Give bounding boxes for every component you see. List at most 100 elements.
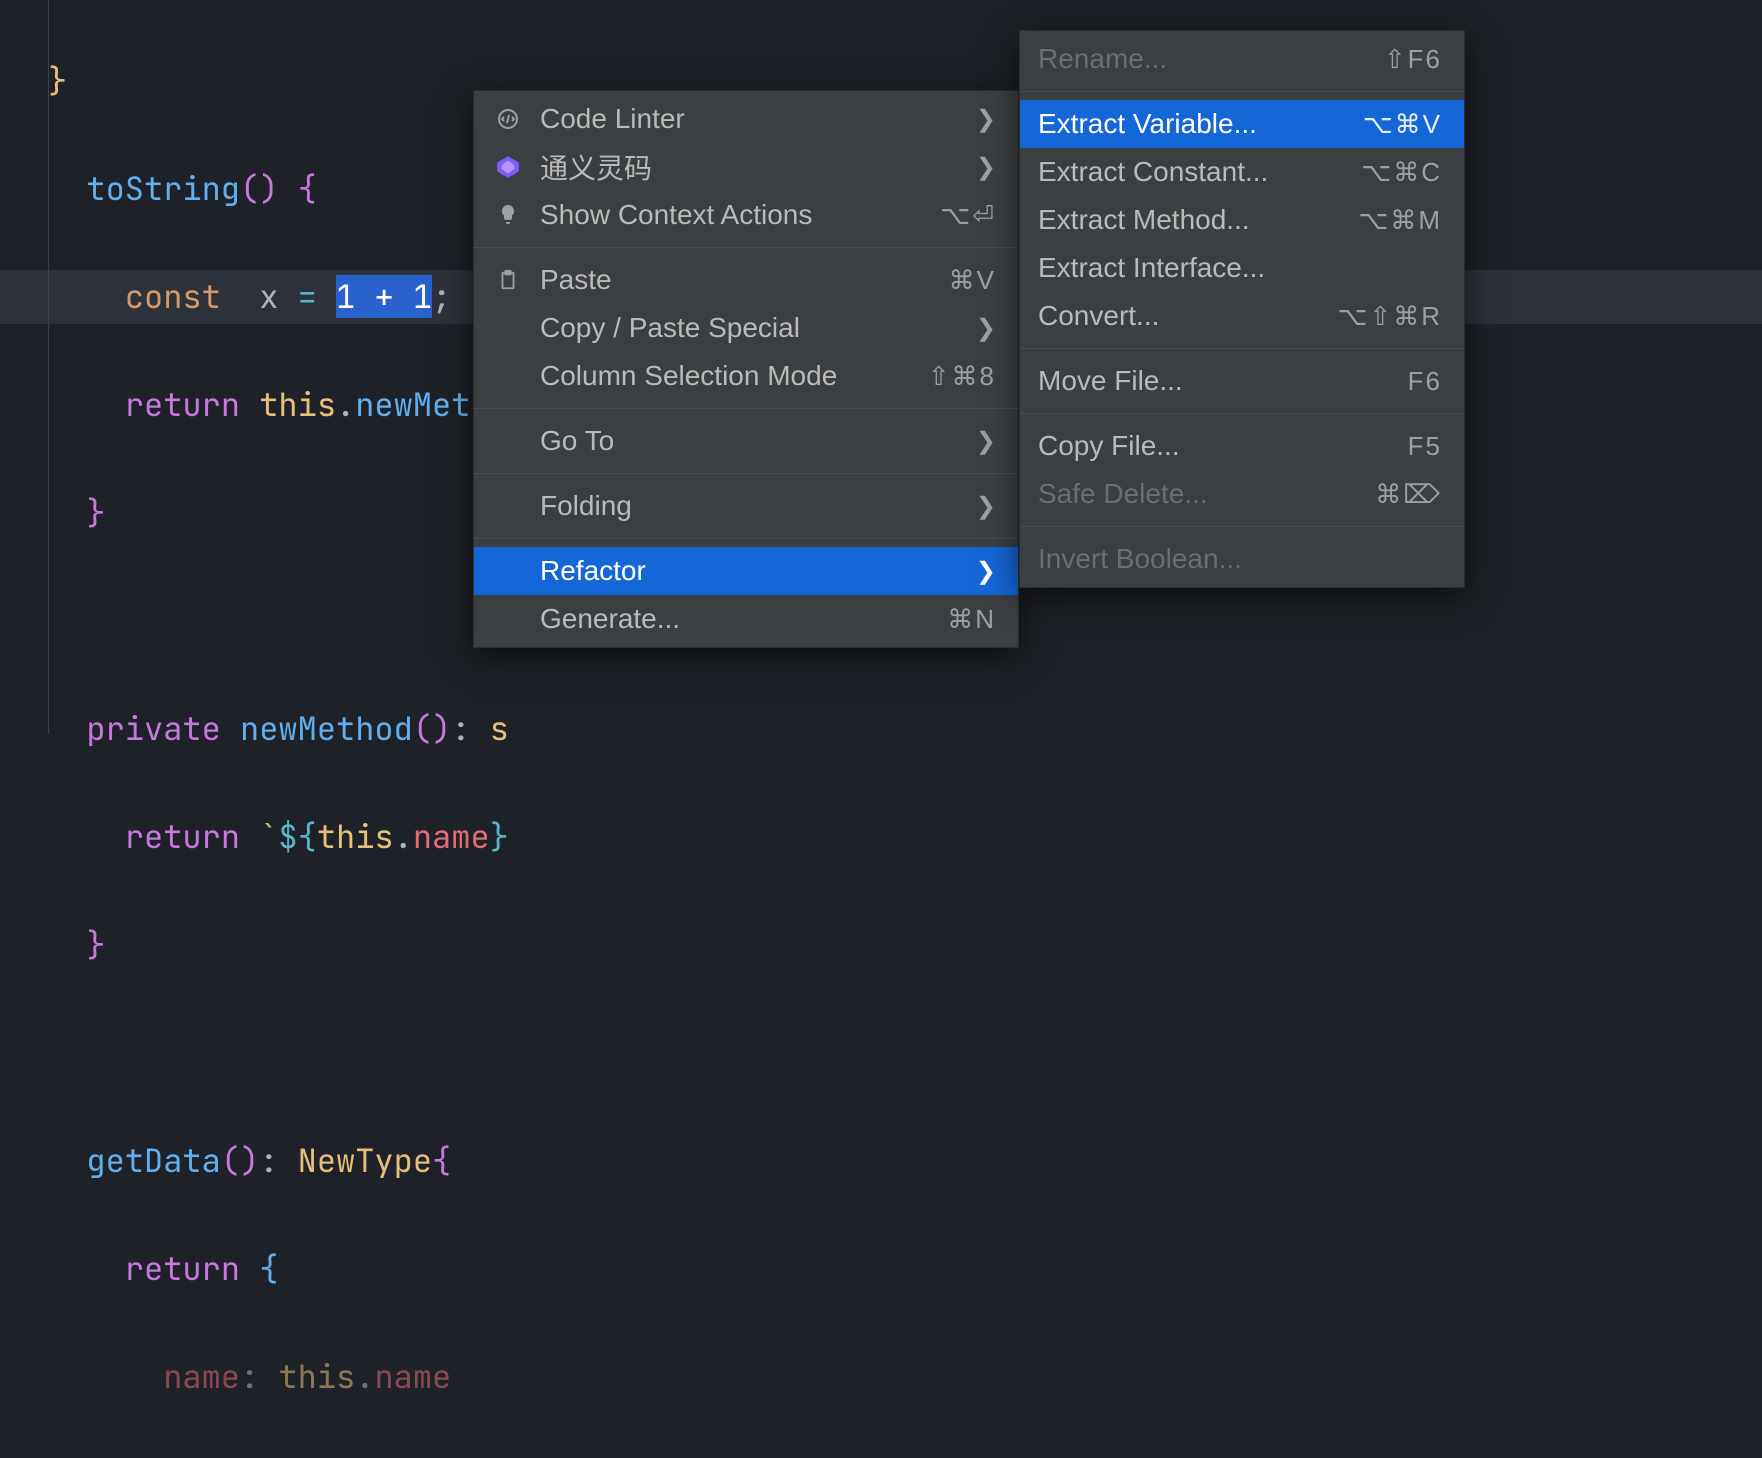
menu-label: Folding — [540, 490, 920, 522]
dot: . — [355, 1355, 374, 1398]
menu-item-extract-constant[interactable]: Extract Constant... ⌥⌘C — [1020, 148, 1464, 196]
context-menu[interactable]: Code Linter ❯ 通义灵码 ❯ Show Context Action… — [473, 90, 1019, 648]
brace-close: } — [86, 923, 105, 966]
menu-label: Paste — [540, 264, 893, 296]
menu-label: Column Selection Mode — [540, 360, 872, 392]
semicolon: ; — [432, 275, 451, 318]
menu-separator — [1020, 91, 1464, 92]
menu-item-refactor[interactable]: Refactor ❯ — [474, 547, 1018, 595]
menu-separator — [474, 247, 1018, 248]
blank-icon — [492, 555, 524, 587]
blank-icon — [492, 603, 524, 635]
keyword-const: const — [125, 275, 221, 318]
menu-separator — [1020, 526, 1464, 527]
menu-item-paste[interactable]: Paste ⌘V — [474, 256, 1018, 304]
menu-label: 通义灵码 — [540, 147, 920, 187]
linter-icon — [492, 103, 524, 135]
chevron-right-icon: ❯ — [976, 492, 996, 521]
menu-separator — [1020, 413, 1464, 414]
chevron-right-icon: ❯ — [976, 427, 996, 456]
menu-shortcut: ⌥⏎ — [940, 200, 996, 231]
menu-label: Move File... — [1038, 365, 1352, 397]
op-equals: = — [298, 275, 317, 318]
menu-label: Convert... — [1038, 300, 1281, 332]
property: name — [413, 815, 490, 858]
menu-label: Copy File... — [1038, 430, 1352, 462]
bulb-icon — [492, 199, 524, 231]
keyword-private: private — [86, 707, 220, 750]
method-name: newMethod — [240, 707, 413, 750]
menu-shortcut: F5 — [1408, 431, 1442, 462]
parens: () — [240, 167, 278, 210]
template-close: } — [490, 815, 509, 858]
template-open: ${ — [278, 815, 316, 858]
menu-item-context-actions[interactable]: Show Context Actions ⌥⏎ — [474, 191, 1018, 239]
menu-shortcut: F6 — [1408, 366, 1442, 397]
this: this — [317, 815, 394, 858]
method-name: toString — [86, 167, 240, 210]
menu-shortcut: ⌘N — [947, 604, 996, 635]
menu-shortcut: ⌘⌦ — [1375, 479, 1442, 510]
tongyi-icon — [492, 151, 524, 183]
menu-label: Extract Variable... — [1038, 108, 1307, 140]
dot: . — [394, 815, 413, 858]
property: name — [374, 1355, 451, 1398]
menu-item-copy-paste-special[interactable]: Copy / Paste Special ❯ — [474, 304, 1018, 352]
brace-close: } — [86, 491, 105, 534]
menu-separator — [474, 538, 1018, 539]
blank-icon — [492, 490, 524, 522]
type: NewType — [298, 1139, 432, 1182]
keyword-return: return — [125, 383, 240, 426]
menu-item-extract-method[interactable]: Extract Method... ⌥⌘M — [1020, 196, 1464, 244]
menu-shortcut: ⌥⌘V — [1363, 109, 1442, 140]
menu-shortcut: ⌥⌘C — [1361, 157, 1442, 188]
menu-item-folding[interactable]: Folding ❯ — [474, 482, 1018, 530]
this: this — [278, 1355, 355, 1398]
keyword-return: return — [125, 1247, 240, 1290]
property: name — [163, 1355, 240, 1398]
selection[interactable]: 1 + 1 — [336, 275, 432, 318]
method-name: getData — [86, 1139, 220, 1182]
menu-item-extract-variable[interactable]: Extract Variable... ⌥⌘V — [1020, 100, 1464, 148]
menu-label: Copy / Paste Special — [540, 312, 920, 344]
blank-icon — [492, 360, 524, 392]
menu-shortcut: ⌥⌘M — [1358, 205, 1442, 236]
menu-label: Go To — [540, 425, 920, 457]
code-editor[interactable]: } toString() { const x = 1 + 1; return t… — [0, 0, 509, 1458]
menu-item-invert-boolean[interactable]: Invert Boolean... — [1020, 535, 1464, 583]
menu-label: Rename... — [1038, 43, 1328, 75]
menu-item-extract-interface[interactable]: Extract Interface... — [1020, 244, 1464, 292]
backtick: ` — [259, 815, 278, 858]
parens: () — [221, 1139, 259, 1182]
menu-item-tongyi[interactable]: 通义灵码 ❯ — [474, 143, 1018, 191]
menu-label: Show Context Actions — [540, 199, 884, 231]
menu-item-convert[interactable]: Convert... ⌥⇧⌘R — [1020, 292, 1464, 340]
chevron-right-icon: ❯ — [976, 153, 996, 182]
menu-separator — [1020, 348, 1464, 349]
menu-item-generate[interactable]: Generate... ⌘N — [474, 595, 1018, 643]
menu-item-column-selection[interactable]: Column Selection Mode ⇧⌘8 — [474, 352, 1018, 400]
menu-item-move-file[interactable]: Move File... F6 — [1020, 357, 1464, 405]
menu-shortcut: ⌥⇧⌘R — [1337, 301, 1442, 332]
menu-label: Extract Constant... — [1038, 156, 1305, 188]
menu-label: Refactor — [540, 555, 920, 587]
menu-label: Safe Delete... — [1038, 478, 1319, 510]
brace-open: { — [432, 1139, 451, 1182]
chevron-right-icon: ❯ — [976, 105, 996, 134]
menu-item-safe-delete[interactable]: Safe Delete... ⌘⌦ — [1020, 470, 1464, 518]
menu-label: Code Linter — [540, 103, 920, 135]
keyword-return: return — [125, 815, 240, 858]
dot: . — [336, 383, 355, 426]
this: this — [259, 383, 336, 426]
menu-label: Extract Method... — [1038, 204, 1302, 236]
blank-icon — [492, 312, 524, 344]
menu-item-code-linter[interactable]: Code Linter ❯ — [474, 95, 1018, 143]
menu-item-rename[interactable]: Rename... ⇧F6 — [1020, 35, 1464, 83]
menu-item-copy-file[interactable]: Copy File... F5 — [1020, 422, 1464, 470]
refactor-submenu[interactable]: Rename... ⇧F6 Extract Variable... ⌥⌘V Ex… — [1019, 30, 1465, 588]
menu-item-goto[interactable]: Go To ❯ — [474, 417, 1018, 465]
blank-icon — [492, 425, 524, 457]
menu-separator — [474, 408, 1018, 409]
menu-shortcut: ⇧⌘8 — [928, 361, 996, 392]
brace-open: { — [259, 1247, 278, 1290]
